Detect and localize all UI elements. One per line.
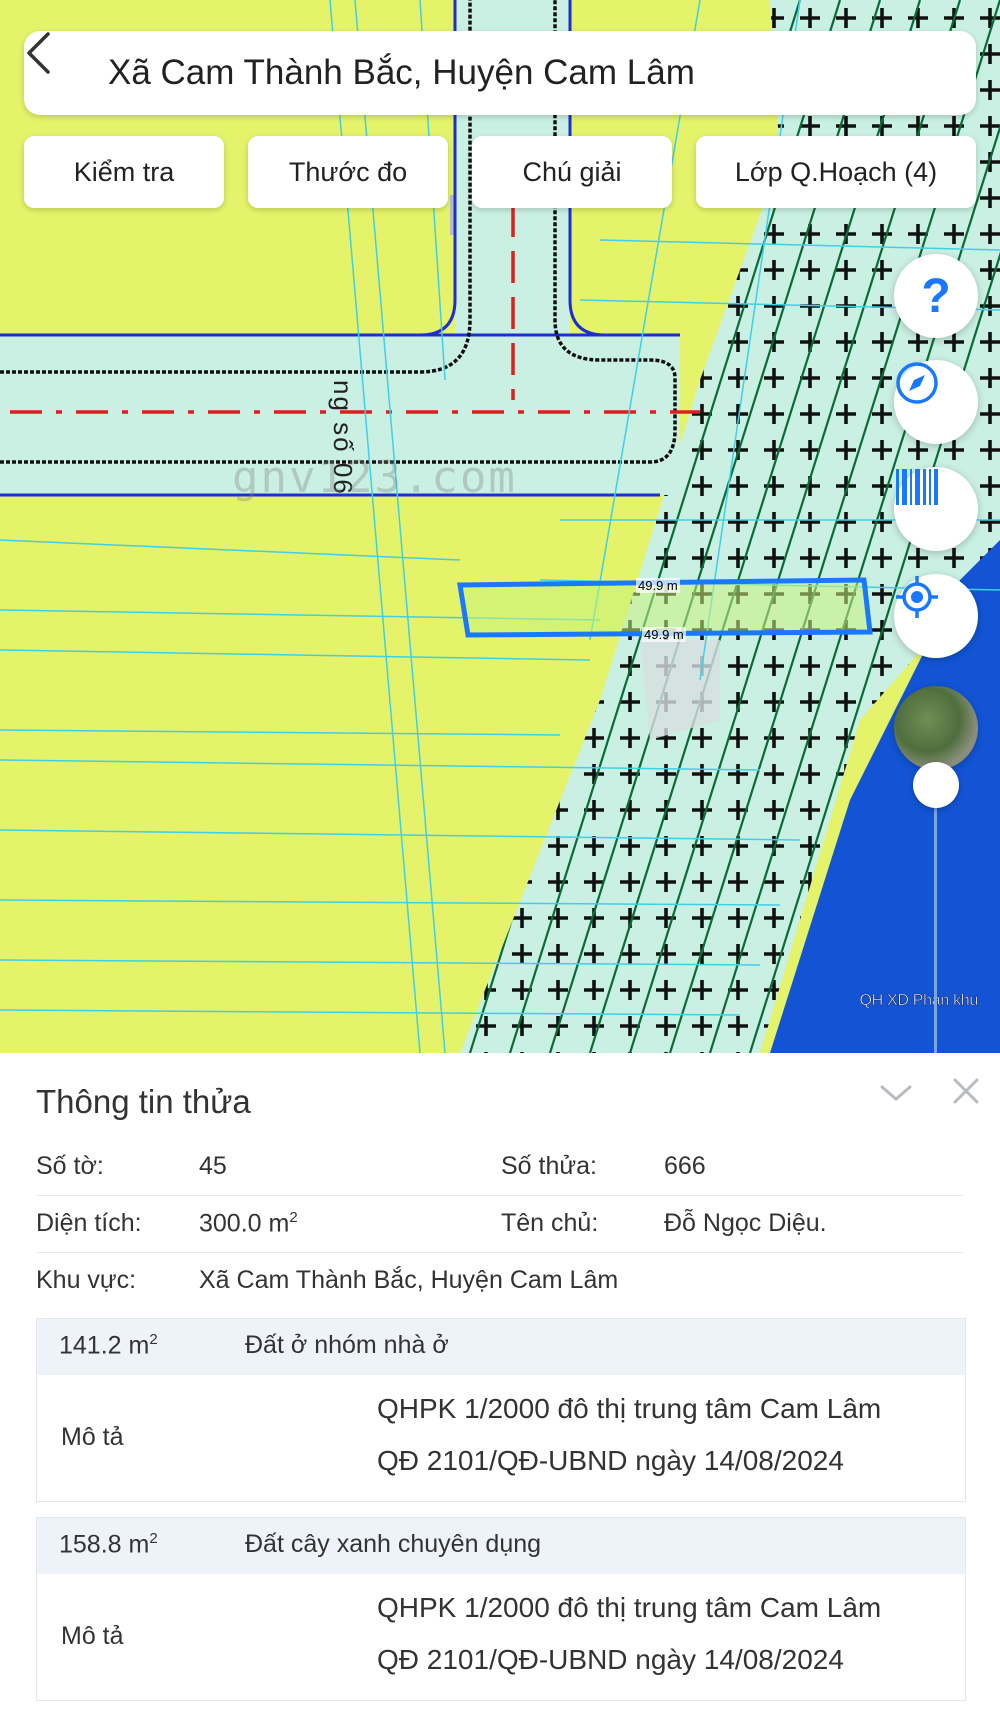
close-icon[interactable] — [946, 1071, 986, 1111]
sheet-value: 45 — [199, 1152, 227, 1180]
layer-name-label: QH XD Phân khu — [859, 992, 978, 1010]
description-line-1: QHPK 1/2000 đô thị trung tâm Cam Lâm — [377, 1592, 882, 1623]
back-button[interactable] — [24, 31, 108, 115]
zone-description: Mô tả QHPK 1/2000 đô thị trung tâm Cam L… — [37, 1375, 965, 1501]
region-value: Xã Cam Thành Bắc, Huyện Cam Lâm — [199, 1266, 619, 1294]
legend-button[interactable]: Chú giải — [472, 136, 672, 208]
zone-area-number: 141.2 m — [59, 1331, 150, 1360]
plot-value: 666 — [664, 1152, 706, 1180]
zone-header: 158.8 m2 Đất cây xanh chuyên dụng — [37, 1518, 965, 1574]
info-row-area: Diện tích: 300.0 m2 Tên chủ: Đỗ Ngọc Diệ… — [36, 1195, 964, 1253]
watermark: gnv123.com — [232, 452, 517, 503]
zone-card-2: 158.8 m2 Đất cây xanh chuyên dụng Mô tả … — [36, 1517, 966, 1701]
area-unit-sup: 2 — [289, 1209, 298, 1226]
edge-length-top: 49.9 m — [636, 578, 680, 593]
planning-layers-button[interactable]: Lớp Q.Hoạch (4) — [696, 136, 976, 208]
parcel-info-panel: Thông tin thửa Số tờ: 45 Số thửa: 666 Di… — [0, 1053, 1000, 1719]
zone-header: 141.2 m2 Đất ở nhóm nhà ở — [37, 1319, 965, 1375]
barcode-icon — [896, 469, 938, 505]
description-line-2: QĐ 2101/QĐ-UBND ngày 14/08/2024 — [377, 1445, 844, 1476]
edge-length-bottom: 49.9 m — [642, 627, 686, 642]
help-button[interactable]: ? — [894, 254, 978, 338]
back-icon — [27, 32, 50, 74]
description-line-1: QHPK 1/2000 đô thị trung tâm Cam Lâm — [377, 1393, 882, 1424]
owner-label: Tên chủ: — [501, 1209, 599, 1237]
zone-description: Mô tả QHPK 1/2000 đô thị trung tâm Cam L… — [37, 1574, 965, 1700]
zone-type: Đất ở nhóm nhà ở — [245, 1331, 449, 1359]
opacity-slider-track[interactable] — [934, 785, 937, 1053]
zone-area: 158.8 m2 — [59, 1530, 158, 1559]
region-label: Khu vực: — [36, 1266, 137, 1294]
compass-icon — [896, 362, 938, 404]
locate-button[interactable] — [894, 574, 978, 658]
info-row-sheet: Số tờ: 45 Số thửa: 666 — [36, 1138, 964, 1196]
zone-type: Đất cây xanh chuyên dụng — [245, 1530, 542, 1558]
map-view[interactable]: ng số 06 gnv123.com 49.9 m 49.9 m QH XD … — [0, 0, 1000, 1053]
area-number: 300.0 m — [199, 1209, 290, 1238]
zone-area-sup: 2 — [149, 1331, 158, 1348]
zone-area: 141.2 m2 — [59, 1331, 158, 1360]
zone-card-1: 141.2 m2 Đất ở nhóm nhà ở Mô tả QHPK 1/2… — [36, 1318, 966, 1502]
area-value: 300.0 m2 — [199, 1209, 298, 1238]
sheet-label: Số tờ: — [36, 1152, 104, 1180]
help-icon: ? — [921, 269, 951, 323]
chevron-down-icon[interactable] — [876, 1073, 916, 1113]
satellite-icon[interactable] — [894, 686, 978, 770]
locate-icon — [896, 576, 938, 618]
check-button[interactable]: Kiểm tra — [24, 136, 224, 208]
owner-value: Đỗ Ngọc Diệu. — [664, 1209, 827, 1237]
zone-area-sup: 2 — [149, 1530, 158, 1547]
info-row-region: Khu vực: Xã Cam Thành Bắc, Huyện Cam Lâm — [36, 1252, 964, 1309]
plot-label: Số thửa: — [501, 1152, 597, 1180]
compass-button[interactable] — [894, 360, 978, 444]
description-label: Mô tả — [61, 1423, 124, 1451]
panel-title: Thông tin thửa — [36, 1083, 251, 1120]
description-label: Mô tả — [61, 1622, 124, 1650]
barcode-button[interactable] — [894, 467, 978, 551]
zone-area-number: 158.8 m — [59, 1530, 150, 1559]
measure-button[interactable]: Thước đo — [248, 136, 448, 208]
location-header: Xã Cam Thành Bắc, Huyện Cam Lâm — [24, 31, 976, 115]
description-line-2: QĐ 2101/QĐ-UBND ngày 14/08/2024 — [377, 1644, 844, 1675]
area-label: Diện tích: — [36, 1209, 142, 1237]
location-title: Xã Cam Thành Bắc, Huyện Cam Lâm — [108, 53, 695, 92]
opacity-slider-handle[interactable] — [913, 762, 959, 808]
